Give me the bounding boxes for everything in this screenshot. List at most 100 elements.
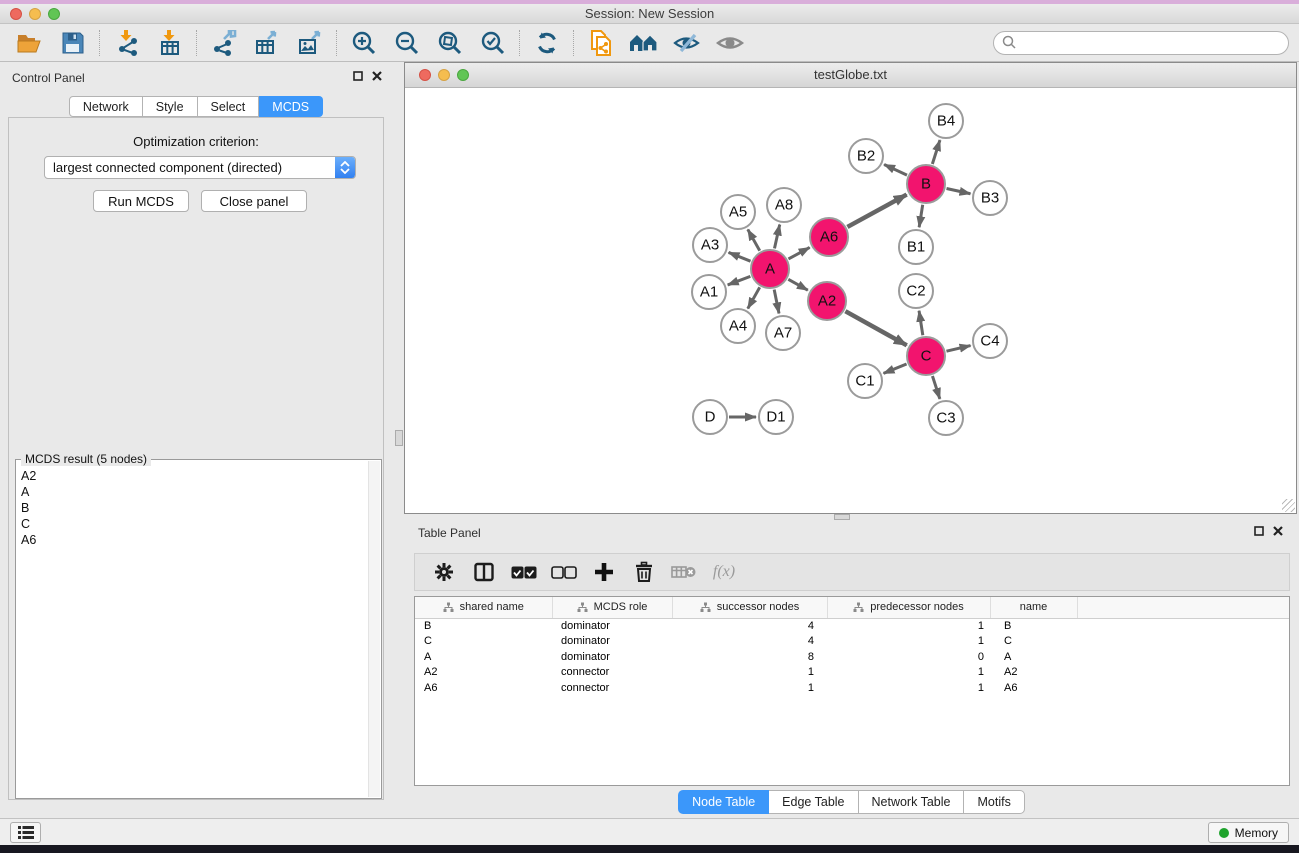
search-box[interactable] <box>993 31 1289 55</box>
table-cell[interactable]: C <box>990 634 1077 650</box>
optimization-criterion-dropdown[interactable]: largest connected component (directed) <box>44 156 356 179</box>
float-panel-icon[interactable] <box>1254 526 1264 536</box>
graph-edge-A-A8[interactable] <box>774 225 779 249</box>
graph-edge-A-A6[interactable] <box>788 247 809 258</box>
table-cell[interactable]: 8 <box>672 649 827 665</box>
mcds-result-item[interactable]: C <box>21 516 367 532</box>
add-row-icon[interactable] <box>585 557 623 587</box>
table-cell[interactable]: A6 <box>990 680 1077 696</box>
graph-edge-C-C2[interactable] <box>919 311 923 335</box>
net-minimize-button[interactable] <box>438 69 450 81</box>
import-network-icon[interactable] <box>105 27 148 59</box>
table-cell[interactable]: A <box>990 649 1077 665</box>
zoom-in-icon[interactable] <box>342 27 385 59</box>
table-cell[interactable]: dominator <box>552 649 672 665</box>
status-list-button[interactable] <box>10 822 41 843</box>
first-neighbors-icon[interactable] <box>622 27 665 59</box>
column-header-shared-name[interactable]: shared name <box>415 597 552 618</box>
close-panel-icon[interactable] <box>1273 526 1283 536</box>
tab-network[interactable]: Network <box>69 96 143 117</box>
import-table-icon[interactable] <box>148 27 191 59</box>
table-cell[interactable]: 1 <box>827 665 990 681</box>
table-cell[interactable]: 1 <box>827 634 990 650</box>
close-panel-button[interactable]: Close panel <box>201 190 307 212</box>
graph-edge-C-C3[interactable] <box>932 376 939 399</box>
graph-edge-B-B1[interactable] <box>919 205 923 228</box>
graph-edge-A6-B[interactable] <box>847 195 906 227</box>
graph-edge-B-B4[interactable] <box>932 140 940 164</box>
hide-selected-icon[interactable] <box>665 27 708 59</box>
result-scrollbar[interactable] <box>368 461 380 797</box>
show-columns-icon[interactable] <box>465 557 503 587</box>
open-session-icon[interactable] <box>8 27 51 59</box>
show-all-icon[interactable] <box>708 27 751 59</box>
table-row[interactable]: Adominator80A <box>415 649 1289 665</box>
export-image-icon[interactable] <box>288 27 331 59</box>
close-window-button[interactable] <box>10 8 22 20</box>
save-session-icon[interactable] <box>51 27 94 59</box>
net-close-button[interactable] <box>419 69 431 81</box>
graph-edge-A-A7[interactable] <box>774 290 779 314</box>
graph-edge-C-C1[interactable] <box>884 364 907 373</box>
graph-edge-A2-C[interactable] <box>845 311 906 345</box>
column-header-predecessor-nodes[interactable]: predecessor nodes <box>827 597 990 618</box>
tab-select[interactable]: Select <box>198 96 260 117</box>
graph-edge-A-A3[interactable] <box>729 252 751 261</box>
close-panel-icon[interactable] <box>372 71 382 81</box>
table-cell[interactable]: C <box>415 634 552 650</box>
zoom-fit-icon[interactable] <box>428 27 471 59</box>
table-cell[interactable]: connector <box>552 665 672 681</box>
table-options-icon[interactable] <box>425 557 463 587</box>
tab-network-table[interactable]: Network Table <box>859 790 965 814</box>
tab-node-table[interactable]: Node Table <box>678 790 769 814</box>
table-row[interactable]: Cdominator41C <box>415 634 1289 650</box>
table-cell[interactable]: A6 <box>415 680 552 696</box>
memory-button[interactable]: Memory <box>1208 822 1289 843</box>
minimize-window-button[interactable] <box>29 8 41 20</box>
graph-edge-A-A5[interactable] <box>748 229 760 250</box>
graph-edge-B-B2[interactable] <box>884 164 907 175</box>
table-cell[interactable]: 4 <box>672 634 827 650</box>
tab-edge-table[interactable]: Edge Table <box>769 790 858 814</box>
zoom-window-button[interactable] <box>48 8 60 20</box>
column-header-name[interactable]: name <box>990 597 1077 618</box>
split-divider-gripper[interactable] <box>395 430 403 446</box>
search-input[interactable] <box>1017 34 1288 52</box>
column-header-successor-nodes[interactable]: successor nodes <box>672 597 827 618</box>
table-row[interactable]: A6connector11A6 <box>415 680 1289 696</box>
network-canvas[interactable]: B4B2BB3A5A8A6B1A3AC2A1A2A4A7C4CC1DD1C3 <box>405 88 1296 513</box>
run-mcds-button[interactable]: Run MCDS <box>93 190 189 212</box>
table-cell[interactable]: 1 <box>827 680 990 696</box>
table-cell[interactable]: dominator <box>552 634 672 650</box>
table-row[interactable]: A2connector11A2 <box>415 665 1289 681</box>
table-cell[interactable]: 4 <box>672 618 827 634</box>
mcds-result-item[interactable]: A2 <box>21 468 367 484</box>
export-table-icon[interactable] <box>245 27 288 59</box>
zoom-selected-icon[interactable] <box>471 27 514 59</box>
mcds-result-item[interactable]: A <box>21 484 367 500</box>
float-panel-icon[interactable] <box>353 71 363 81</box>
tab-motifs[interactable]: Motifs <box>964 790 1024 814</box>
table-cell[interactable]: B <box>415 618 552 634</box>
table-cell[interactable]: connector <box>552 680 672 696</box>
table-cell[interactable]: B <box>990 618 1077 634</box>
table-cell[interactable]: A2 <box>990 665 1077 681</box>
duplicate-network-icon[interactable] <box>579 27 622 59</box>
graph-edge-B-B3[interactable] <box>947 188 971 193</box>
graph-edge-C-C4[interactable] <box>946 346 970 352</box>
graph-edge-A-A1[interactable] <box>728 276 751 285</box>
table-cell[interactable]: dominator <box>552 618 672 634</box>
tab-style[interactable]: Style <box>143 96 198 117</box>
graph-edge-A-A4[interactable] <box>748 287 760 308</box>
graph-edge-A-A2[interactable] <box>788 279 808 290</box>
table-cell[interactable]: 0 <box>827 649 990 665</box>
mcds-result-item[interactable]: B <box>21 500 367 516</box>
table-cell[interactable]: 1 <box>672 665 827 681</box>
table-cell[interactable]: A2 <box>415 665 552 681</box>
select-all-rows-icon[interactable] <box>505 557 543 587</box>
function-builder-icon[interactable]: f(x) <box>705 557 743 587</box>
zoom-out-icon[interactable] <box>385 27 428 59</box>
delete-table-icon[interactable] <box>665 557 703 587</box>
table-row[interactable]: Bdominator41B <box>415 618 1289 634</box>
deselect-all-rows-icon[interactable] <box>545 557 583 587</box>
